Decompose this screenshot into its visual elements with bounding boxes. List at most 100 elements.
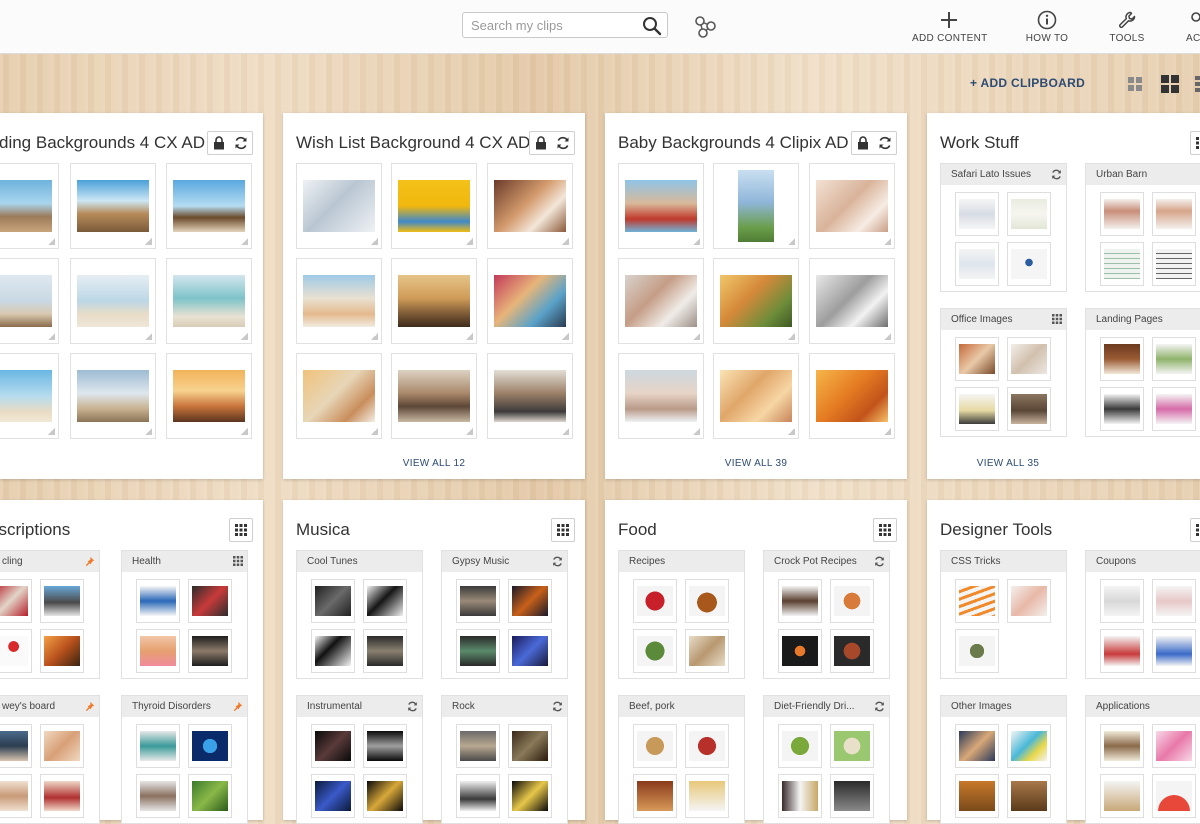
clip-thumb[interactable]	[830, 629, 874, 673]
board-designer-tools[interactable]: Designer Tools CSS Tricks Coupons Other …	[927, 500, 1200, 824]
clip-tile[interactable]	[70, 258, 156, 344]
grid-icon[interactable]	[557, 524, 569, 536]
pin-icon[interactable]	[232, 701, 243, 712]
small-grid-view-icon[interactable]	[1128, 77, 1142, 91]
clip-tile[interactable]	[391, 258, 477, 344]
clip-tile[interactable]	[391, 163, 477, 249]
board-musica[interactable]: Musica Cool Tunes Gypsy Music Instrument…	[283, 500, 585, 824]
clip-thumb[interactable]	[1100, 337, 1144, 381]
clip-tile[interactable]	[618, 353, 704, 439]
sub-board[interactable]: Health	[121, 550, 248, 679]
sub-board[interactable]: Diet-Friendly Dri...	[763, 695, 890, 824]
clip-thumb[interactable]	[633, 774, 677, 818]
clip-tile[interactable]	[809, 353, 895, 439]
clip-thumb[interactable]	[508, 724, 552, 768]
clip-thumb[interactable]	[508, 774, 552, 818]
clip-thumb[interactable]	[830, 579, 874, 623]
large-grid-view-icon[interactable]	[1161, 75, 1179, 93]
add-content-button[interactable]: ADD CONTENT	[912, 8, 987, 48]
clip-tile[interactable]	[487, 163, 573, 249]
clip-tile[interactable]	[70, 163, 156, 249]
sub-board[interactable]: Beef, pork	[618, 695, 745, 824]
sub-board[interactable]: cling	[0, 550, 100, 679]
search-icon[interactable]	[642, 16, 662, 36]
clip-thumb[interactable]	[1007, 774, 1051, 818]
clip-tile[interactable]	[713, 353, 799, 439]
pin-icon[interactable]	[84, 556, 95, 567]
clip-thumb[interactable]	[363, 629, 407, 673]
clip-thumb[interactable]	[1100, 724, 1144, 768]
clip-thumb[interactable]	[685, 629, 729, 673]
clip-thumb[interactable]	[456, 579, 500, 623]
clip-tile[interactable]	[166, 258, 252, 344]
clip-thumb[interactable]	[188, 774, 232, 818]
clip-thumb[interactable]	[456, 774, 500, 818]
sub-board[interactable]: Safari Lato Issues	[940, 163, 1067, 292]
clip-thumb[interactable]	[136, 629, 180, 673]
sub-board[interactable]: Urban Barn	[1085, 163, 1200, 292]
clip-thumb[interactable]	[188, 629, 232, 673]
add-clipboard-button[interactable]: + ADD CLIPBOARD	[970, 76, 1085, 90]
clip-tile[interactable]	[70, 353, 156, 439]
grid-icon[interactable]	[233, 556, 243, 566]
clip-thumb[interactable]	[1152, 242, 1196, 286]
clip-thumb[interactable]	[136, 579, 180, 623]
clip-thumb[interactable]	[1007, 337, 1051, 381]
clip-thumb[interactable]	[40, 579, 84, 623]
clip-thumb[interactable]	[778, 629, 822, 673]
clip-thumb[interactable]	[311, 724, 355, 768]
clip-thumb[interactable]	[955, 387, 999, 431]
clip-thumb[interactable]	[311, 579, 355, 623]
clip-thumb[interactable]	[363, 579, 407, 623]
grid-icon[interactable]	[235, 524, 247, 536]
lock-icon[interactable]	[535, 136, 547, 150]
clip-tile[interactable]	[0, 163, 59, 249]
clip-thumb[interactable]	[188, 724, 232, 768]
sub-board[interactable]: Office Images	[940, 308, 1067, 437]
clip-thumb[interactable]	[830, 774, 874, 818]
clip-thumb[interactable]	[0, 579, 32, 623]
sub-board[interactable]: Recipes	[618, 550, 745, 679]
clip-thumb[interactable]	[1152, 387, 1196, 431]
refresh-icon[interactable]	[234, 136, 248, 150]
clip-tile[interactable]	[296, 353, 382, 439]
board-wish-list-background[interactable]: Wish List Background 4 CX AD VIEW ALL 12	[283, 113, 585, 479]
clip-thumb[interactable]	[1100, 579, 1144, 623]
clip-thumb[interactable]	[955, 774, 999, 818]
clip-thumb[interactable]	[363, 724, 407, 768]
lock-icon[interactable]	[857, 136, 869, 150]
clip-thumb[interactable]	[0, 774, 32, 818]
clip-thumb[interactable]	[508, 629, 552, 673]
view-all-link[interactable]: VIEW ALL 39	[605, 458, 907, 469]
clip-thumb[interactable]	[1100, 629, 1144, 673]
clip-tile[interactable]	[0, 353, 59, 439]
clip-thumb[interactable]	[685, 579, 729, 623]
clip-thumb[interactable]	[1152, 337, 1196, 381]
clip-tile[interactable]	[0, 258, 59, 344]
sub-board[interactable]: CSS Tricks	[940, 550, 1067, 679]
clip-thumb[interactable]	[955, 724, 999, 768]
how-to-button[interactable]: HOW TO	[1022, 8, 1072, 48]
sub-board[interactable]: Other Images	[940, 695, 1067, 824]
board-baby-backgrounds[interactable]: Baby Backgrounds 4 Clipix AD VIEW ALL 39	[605, 113, 907, 479]
clip-tile[interactable]	[487, 258, 573, 344]
clip-tile[interactable]	[166, 353, 252, 439]
refresh-icon[interactable]	[878, 136, 892, 150]
search-input[interactable]	[463, 13, 641, 37]
sub-board[interactable]: Crock Pot Recipes	[763, 550, 890, 679]
sub-board[interactable]: Instrumental	[296, 695, 423, 824]
clip-thumb[interactable]	[0, 629, 32, 673]
sub-board[interactable]: wey's board	[0, 695, 100, 824]
board-wedding-backgrounds[interactable]: dding Backgrounds 4 CX AD	[0, 113, 263, 479]
clip-thumb[interactable]	[311, 629, 355, 673]
clip-thumb[interactable]	[955, 629, 999, 673]
clip-thumb[interactable]	[1007, 724, 1051, 768]
refresh-icon[interactable]	[552, 701, 563, 712]
tools-button[interactable]: TOOLS	[1106, 8, 1148, 48]
clip-thumb[interactable]	[40, 629, 84, 673]
clip-thumb[interactable]	[0, 724, 32, 768]
grid-icon[interactable]	[1052, 314, 1062, 324]
clip-thumb[interactable]	[633, 724, 677, 768]
sub-board[interactable]: Landing Pages	[1085, 308, 1200, 437]
board-food[interactable]: Food Recipes Crock Pot Recipes Beef, por…	[605, 500, 907, 824]
